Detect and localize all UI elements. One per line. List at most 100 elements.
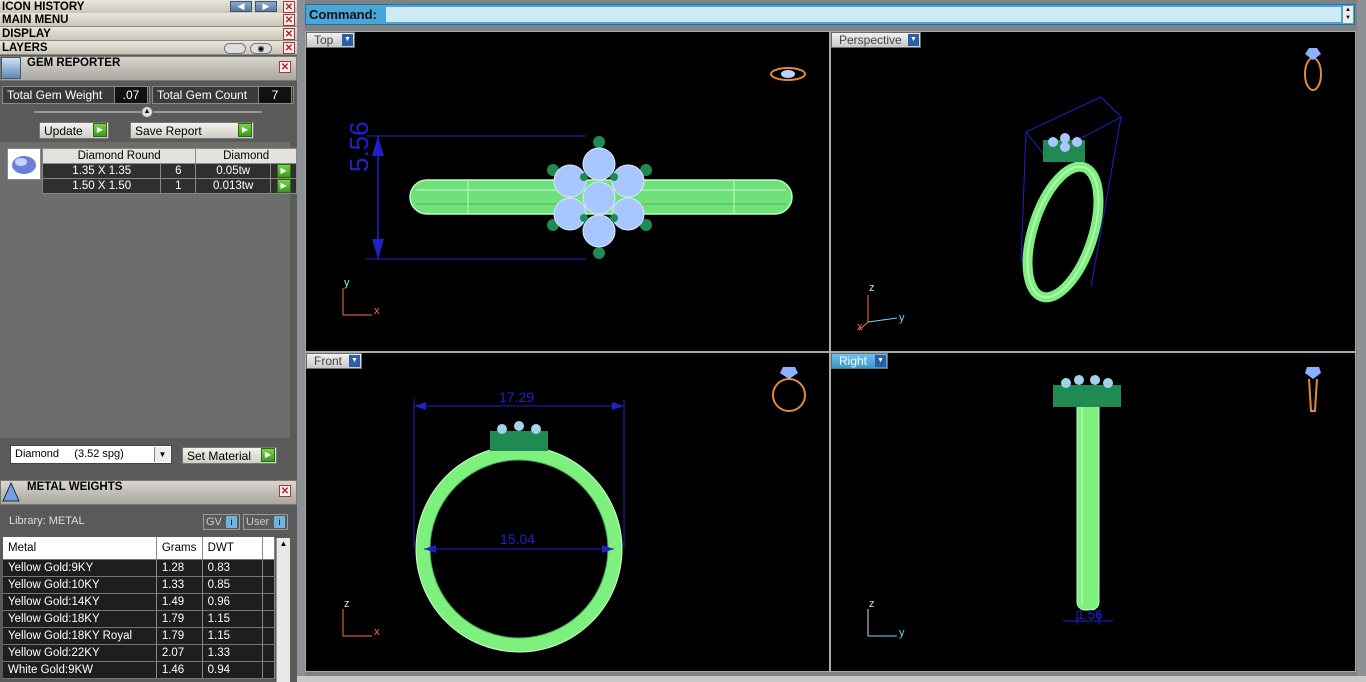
menu-display[interactable]: DISPLAY (0, 27, 297, 41)
library-label: Library: METAL (9, 515, 85, 527)
viewport-front[interactable]: Front ▼ 17.29 15.04 z x (305, 352, 830, 672)
diamond-thumbnail[interactable] (7, 148, 41, 180)
viewport-top[interactable]: Top ▼ 5.56 y x (305, 31, 830, 352)
gem-weight: 0.05tw (195, 163, 272, 179)
metal-name: Yellow Gold:18KY Royal (3, 627, 157, 645)
play-icon[interactable]: ▶ (276, 164, 291, 178)
metal-table-scrollbar[interactable]: ▲ (276, 538, 290, 682)
close-icon[interactable]: ✕ (279, 485, 291, 497)
dwt-column-header[interactable]: DWT (202, 537, 263, 560)
close-icon[interactable]: ✕ (283, 42, 295, 54)
close-icon[interactable]: ✕ (283, 14, 295, 26)
metal-dwt: 1.33 (202, 644, 263, 662)
menu-label: ICON HISTORY (2, 1, 85, 13)
viewport-right[interactable]: Right ▼ 1.56 z y (830, 352, 1356, 672)
axis-label: z (344, 598, 350, 610)
table-row[interactable]: Yellow Gold:14KY 1.49 0.96 (3, 593, 276, 611)
splitter-handle-icon[interactable]: ▲ (141, 106, 153, 118)
panel-splitter[interactable] (297, 0, 305, 682)
metal-grams: 1.49 (156, 593, 203, 611)
dimension-label: 1.56 (1077, 607, 1103, 622)
front-view-drawing (342, 367, 806, 653)
metal-grams: 1.28 (156, 559, 203, 577)
metal-name: Yellow Gold:14KY (3, 593, 157, 611)
table-row[interactable]: Yellow Gold:22KY 2.07 1.33 (3, 644, 276, 662)
axis-label: x (374, 305, 380, 317)
chevron-down-icon[interactable]: ▼ (154, 447, 170, 462)
menu-label: LAYERS (2, 42, 48, 54)
table-row[interactable]: Yellow Gold:10KY 1.33 0.85 (3, 576, 276, 594)
close-icon[interactable]: ✕ (283, 1, 295, 13)
gem-table-header: Diamond Round (41, 148, 197, 164)
table-row[interactable]: 1.35 X 1.35 6 0.05tw ▶ (41, 163, 297, 179)
metal-grams: 2.07 (156, 644, 203, 662)
material-select[interactable]: Diamond (3.52 spg) (10, 445, 172, 464)
dimension-label: 15.04 (500, 531, 536, 547)
info-icon[interactable]: i (226, 516, 237, 528)
metal-grams: 1.46 (156, 661, 203, 679)
gem-size: 1.35 X 1.35 (41, 163, 162, 179)
user-label: User (246, 516, 270, 528)
info-icon[interactable]: i (274, 516, 285, 528)
metal-dwt: 0.96 (202, 593, 263, 611)
table-row[interactable]: 1.50 X 1.50 1 0.013tw ▶ (41, 178, 297, 194)
back-arrow-icon[interactable]: ◀ (230, 1, 252, 12)
dimension-label: 5.56 (344, 121, 374, 172)
menu-label: DISPLAY (2, 28, 51, 40)
scroll-up-icon[interactable]: ▲ (277, 538, 290, 550)
right-view-drawing (867, 367, 1321, 637)
metal-dwt: 0.94 (202, 661, 263, 679)
save-report-button[interactable]: Save Report (130, 122, 254, 139)
bottom-bar (297, 676, 1366, 682)
metal-name: White Gold:9KW (3, 661, 157, 679)
metal-dwt: 1.15 (202, 627, 263, 645)
play-icon[interactable]: ▶ (238, 123, 252, 137)
table-row[interactable]: Yellow Gold:18KY 1.79 1.15 (3, 610, 276, 628)
menu-icon-history[interactable]: ICON HISTORY (0, 0, 297, 14)
axis-label: x (374, 626, 380, 638)
play-icon[interactable]: ▶ (93, 123, 107, 137)
gem-weight: 0.013tw (195, 178, 272, 194)
close-icon[interactable]: ✕ (279, 61, 291, 73)
menu-main-menu[interactable]: MAIN MENU (0, 13, 297, 27)
right-edge (1357, 0, 1366, 682)
left-panel: ICON HISTORY ◀ ▶ ✕ MAIN MENU ✕ DISPLAY ✕… (0, 0, 297, 682)
material-select-value: Diamond (3.52 spg) (15, 448, 124, 460)
gem-table: Diamond Round Diamond 1.35 X 1.35 6 0.05… (41, 148, 297, 194)
grams-column-header[interactable]: Grams (156, 537, 203, 560)
gem-table-header: Diamond (195, 148, 297, 164)
menu-label: MAIN MENU (2, 14, 69, 26)
play-icon[interactable]: ▶ (276, 179, 291, 193)
gem-count: 6 (160, 163, 197, 179)
save-report-label: Save Report (135, 124, 202, 138)
metal-name: Yellow Gold:18KY (3, 610, 157, 628)
metal-dwt: 0.83 (202, 559, 263, 577)
axis-label: y (899, 312, 905, 324)
table-row[interactable]: Yellow Gold:18KY Royal 1.79 1.15 (3, 627, 276, 645)
eye-icon[interactable]: ◉ (250, 43, 272, 54)
metal-column-header[interactable]: Metal (3, 537, 157, 560)
command-input[interactable] (386, 7, 1341, 22)
layer-visibility-icon[interactable] (224, 43, 246, 54)
command-bar[interactable]: Command: ▲ ▼ (305, 4, 1355, 25)
axis-label: x (857, 321, 863, 333)
viewport-perspective[interactable]: Perspective ▼ z y x (830, 31, 1356, 352)
forward-arrow-icon[interactable]: ▶ (255, 1, 277, 12)
table-row[interactable]: White Gold:9KW 1.46 0.94 (3, 661, 276, 679)
update-button-label: Update (44, 124, 83, 138)
play-icon[interactable]: ▶ (261, 448, 275, 462)
table-row[interactable]: Yellow Gold:9KY 1.28 0.83 (3, 559, 276, 577)
command-scroll-icon[interactable]: ▲ ▼ (1343, 6, 1353, 23)
metal-name: Yellow Gold:22KY (3, 644, 157, 662)
set-material-label: Set Material (187, 449, 252, 463)
total-gem-weight-value: .07 (114, 86, 148, 104)
metal-weights-title: METAL WEIGHTS (27, 481, 123, 493)
axis-label: z (869, 598, 875, 610)
gem-reporter-icon (1, 57, 21, 79)
dimension-label: 17.29 (499, 389, 535, 405)
close-icon[interactable]: ✕ (283, 28, 295, 40)
gem-size: 1.50 X 1.50 (41, 178, 162, 194)
total-gem-count-value: 7 (258, 86, 292, 104)
perspective-view-drawing (858, 48, 1322, 331)
top-view-drawing (342, 67, 806, 316)
